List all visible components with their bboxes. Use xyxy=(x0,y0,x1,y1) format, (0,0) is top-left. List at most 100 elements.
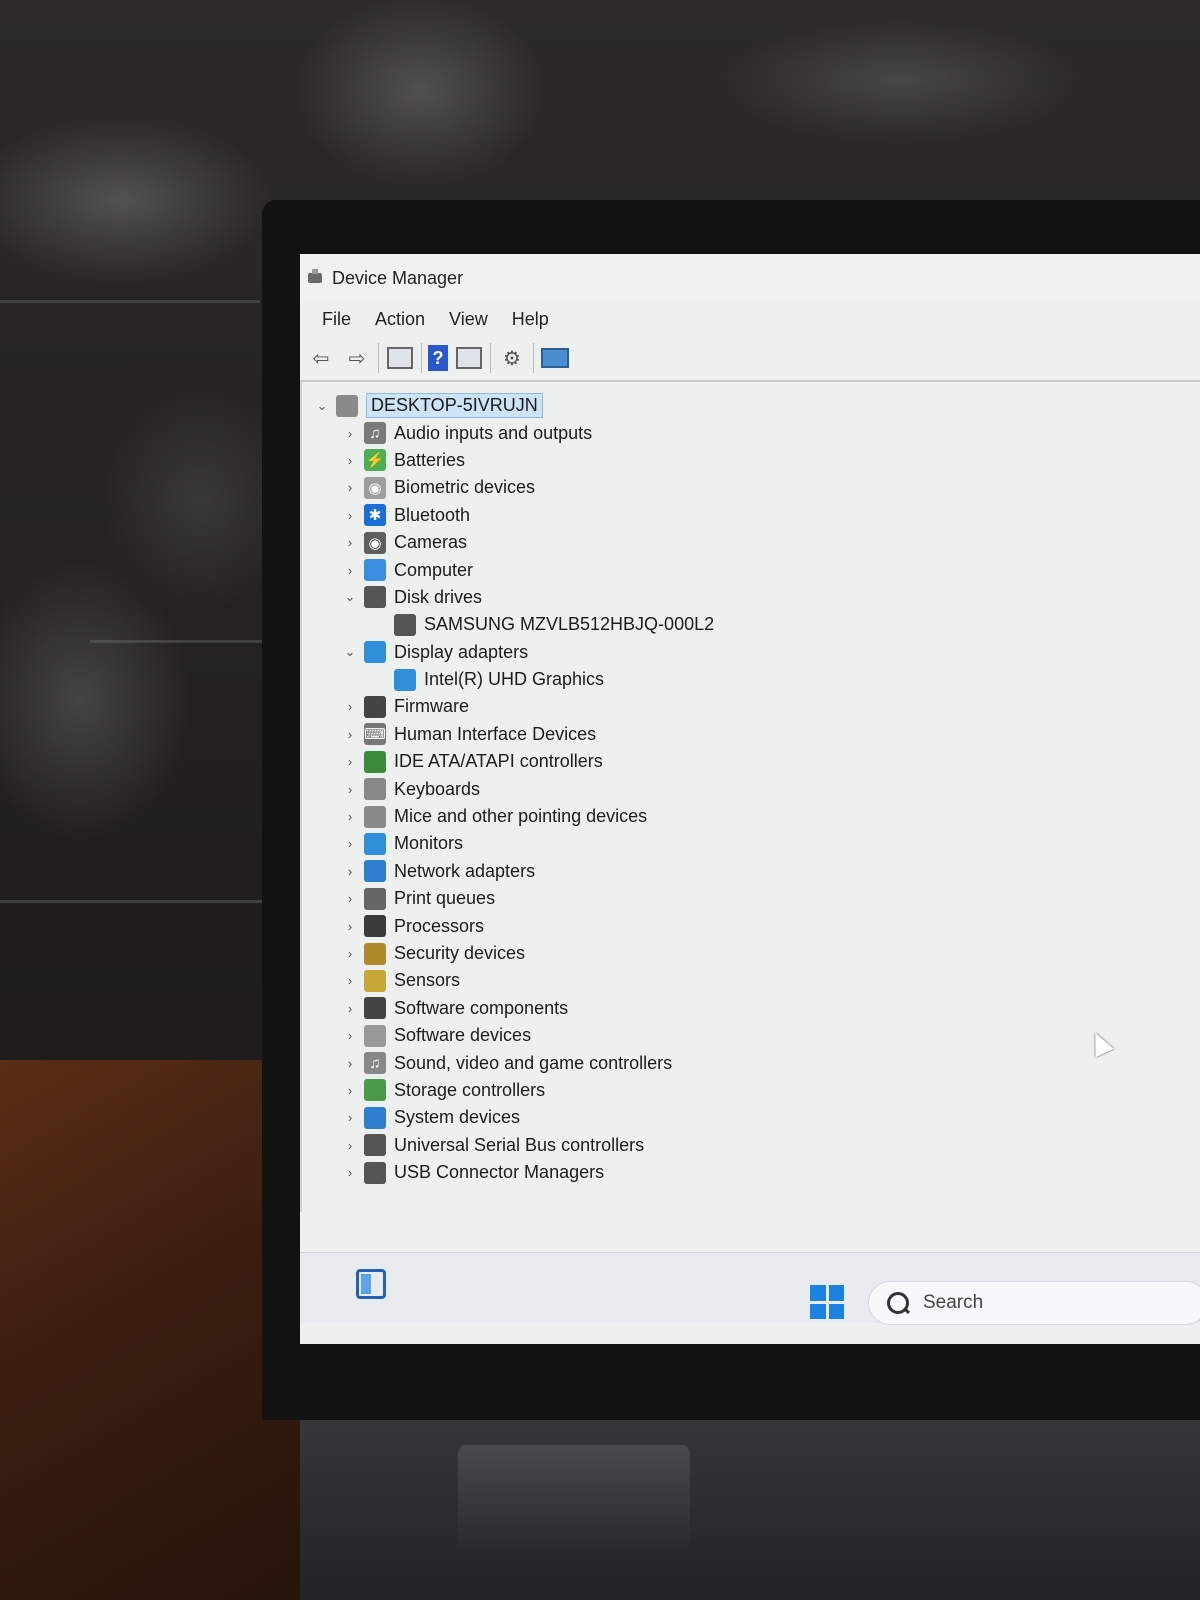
tree-category-item[interactable]: › ♫ Audio inputs and outputs xyxy=(312,419,1200,446)
tree-category-item[interactable]: › Universal Serial Bus controllers xyxy=(312,1132,1200,1159)
tree-root[interactable]: ⌄ DESKTOP-5IVRUJN xyxy=(312,392,1200,419)
tree-category-item[interactable]: › ◉ Biometric devices xyxy=(312,474,1200,501)
display-adapter-icon xyxy=(364,641,386,664)
tree-item-label: Software components xyxy=(394,997,569,1018)
chevron-right-icon[interactable]: › xyxy=(340,1083,360,1098)
chevron-right-icon[interactable]: › xyxy=(340,919,360,934)
tree-item-label: IDE ATA/ATAPI controllers xyxy=(394,751,603,772)
chevron-right-icon[interactable]: › xyxy=(340,426,360,441)
chevron-right-icon[interactable]: › xyxy=(340,1138,360,1153)
tree-category-item[interactable]: › Mice and other pointing devices xyxy=(312,803,1200,830)
chevron-right-icon[interactable]: › xyxy=(340,508,360,523)
device-tree: ⌄ DESKTOP-5IVRUJN › ♫ Audio inputs and out… xyxy=(300,382,1200,1212)
chevron-right-icon[interactable]: › xyxy=(340,535,360,550)
software-device-icon xyxy=(364,1024,386,1047)
chevron-down-icon[interactable]: ⌄ xyxy=(312,398,332,414)
chevron-right-icon[interactable]: › xyxy=(340,453,360,468)
tree-category-item[interactable]: › Keyboards xyxy=(312,775,1200,802)
tree-item-label: Monitors xyxy=(394,833,464,854)
tree-category-item[interactable]: › Sensors xyxy=(312,967,1200,994)
speaker-icon: ♫ xyxy=(364,422,386,445)
chevron-down-icon[interactable]: ⌄ xyxy=(340,644,360,660)
chevron-right-icon[interactable]: › xyxy=(340,480,360,495)
chevron-right-icon[interactable]: › xyxy=(340,754,360,769)
chevron-right-icon[interactable]: › xyxy=(340,1056,360,1071)
forward-arrow-icon[interactable]: ⇨ xyxy=(342,343,372,373)
tree-category-item[interactable]: › ◉ Cameras xyxy=(312,529,1200,556)
tree-category-item[interactable]: › Software devices xyxy=(312,1022,1200,1049)
system-icon xyxy=(364,1106,386,1129)
tree-item-label: Human Interface Devices xyxy=(394,723,597,744)
tree-root-label: DESKTOP-5IVRUJN xyxy=(366,393,543,419)
chevron-right-icon[interactable]: › xyxy=(340,1165,360,1180)
software-component-icon xyxy=(364,997,386,1020)
chevron-right-icon[interactable]: › xyxy=(340,699,360,714)
chevron-right-icon[interactable]: › xyxy=(340,1001,360,1016)
update-driver-icon[interactable]: ⚙ xyxy=(497,343,527,373)
tree-category-item[interactable]: › Print queues xyxy=(312,885,1200,912)
tree-category-item[interactable]: › System devices xyxy=(312,1104,1200,1131)
menu-action[interactable]: Action xyxy=(363,309,437,330)
tree-category-item[interactable]: › Monitors xyxy=(312,830,1200,857)
chevron-right-icon[interactable]: › xyxy=(340,1028,360,1043)
chevron-right-icon[interactable]: › xyxy=(340,836,360,851)
tree-category-item[interactable]: › Network adapters xyxy=(312,858,1200,885)
help-icon[interactable]: ? xyxy=(428,345,448,371)
chevron-right-icon[interactable]: › xyxy=(340,946,360,961)
back-arrow-icon[interactable]: ⇦ xyxy=(306,343,336,373)
menu-view[interactable]: View xyxy=(437,309,500,330)
tree-category-item[interactable]: › ✱ Bluetooth xyxy=(312,502,1200,529)
tree-category-item[interactable]: › ⚡ Batteries xyxy=(312,447,1200,474)
menu-help[interactable]: Help xyxy=(500,309,561,330)
tree-item-label: Mice and other pointing devices xyxy=(394,806,648,827)
laptop-base xyxy=(300,1390,1200,1600)
tree-item-label: Security devices xyxy=(394,943,526,963)
chevron-right-icon[interactable]: › xyxy=(340,809,360,824)
tree-item-label: Batteries xyxy=(394,449,466,470)
menu-bar: File Action View Help xyxy=(300,302,1200,336)
camera-icon: ◉ xyxy=(364,531,386,554)
wall-crack xyxy=(0,300,260,303)
chevron-right-icon[interactable]: › xyxy=(340,973,360,988)
chevron-right-icon[interactable]: › xyxy=(340,864,360,879)
menu-file[interactable]: File xyxy=(310,309,363,330)
tree-device-item[interactable]: ›SAMSUNG MZVLB512HBJQ-000L2 xyxy=(312,611,1200,638)
tree-category-item[interactable]: › Processors xyxy=(312,912,1200,939)
tree-category-item[interactable]: › IDE ATA/ATAPI controllers xyxy=(312,748,1200,775)
view-icon[interactable] xyxy=(454,343,484,373)
toolbar-separator xyxy=(533,343,534,373)
tree-category-item[interactable]: › ♫ Sound, video and game controllers xyxy=(312,1049,1200,1076)
tree-category-item[interactable]: › Firmware xyxy=(312,693,1200,720)
display-adapter-icon xyxy=(394,668,416,691)
tree-category-item[interactable]: ⌄ Display adapters xyxy=(312,639,1200,666)
printer-icon xyxy=(364,887,386,910)
chevron-right-icon[interactable]: › xyxy=(340,782,360,797)
tree-category-item[interactable]: ⌄ Disk drives xyxy=(312,584,1200,611)
wall-crack xyxy=(90,640,280,643)
battery-icon: ⚡ xyxy=(364,449,386,472)
usb-icon xyxy=(364,1161,386,1184)
taskbar-search[interactable]: Search xyxy=(868,1281,1200,1325)
tree-item-label: Print queues xyxy=(394,888,496,909)
tree-item-label: Cameras xyxy=(394,532,468,553)
computer-icon xyxy=(364,559,386,582)
tree-category-item[interactable]: › Software components xyxy=(312,995,1200,1022)
sound-icon: ♫ xyxy=(364,1052,386,1075)
chevron-right-icon[interactable]: › xyxy=(340,563,360,578)
chevron-right-icon[interactable]: › xyxy=(340,891,360,906)
properties-icon[interactable] xyxy=(385,343,415,373)
widgets-icon[interactable] xyxy=(356,1269,386,1299)
laptop-hinge xyxy=(458,1445,690,1545)
windows-start-icon[interactable] xyxy=(810,1285,844,1319)
tree-category-item[interactable]: › Storage controllers xyxy=(312,1077,1200,1104)
tree-category-item[interactable]: › Security devices xyxy=(312,940,1200,967)
chevron-right-icon[interactable]: › xyxy=(340,727,360,742)
usb-icon xyxy=(364,1134,386,1157)
chevron-right-icon[interactable]: › xyxy=(340,1110,360,1125)
tree-category-item[interactable]: › USB Connector Managers xyxy=(312,1159,1200,1186)
tree-device-item[interactable]: ›Intel(R) UHD Graphics xyxy=(312,666,1200,693)
chevron-down-icon[interactable]: ⌄ xyxy=(340,589,360,605)
scan-hardware-icon[interactable] xyxy=(540,343,570,373)
tree-category-item[interactable]: › Computer xyxy=(312,556,1200,583)
tree-category-item[interactable]: › ⌨ Human Interface Devices xyxy=(312,721,1200,748)
